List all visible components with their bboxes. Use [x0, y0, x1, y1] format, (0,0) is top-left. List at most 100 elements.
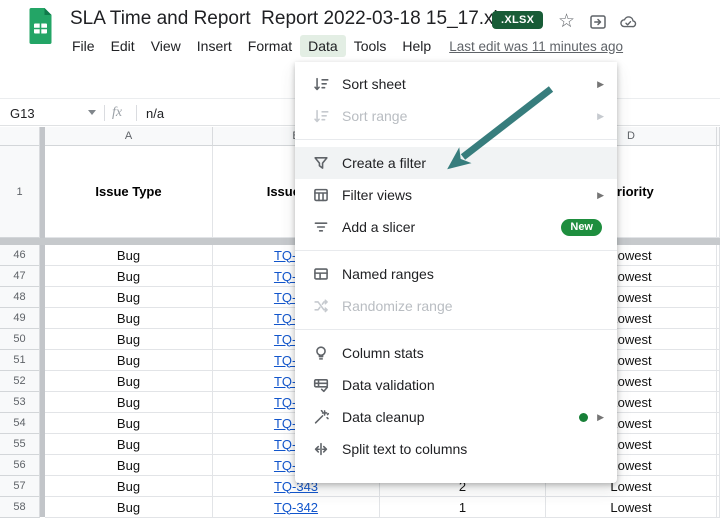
- last-edit-link[interactable]: Last edit was 11 minutes ago: [449, 39, 623, 54]
- menu-item-randomize-range: Randomize range: [295, 290, 617, 322]
- menu-item-filter-views[interactable]: Filter views▶: [295, 179, 617, 211]
- menu-item-create-a-filter[interactable]: Create a filter: [295, 147, 617, 179]
- cell-reference-box[interactable]: G13: [10, 106, 35, 121]
- menubar-item-format[interactable]: Format: [240, 35, 300, 57]
- menu-divider: [295, 250, 617, 251]
- submenu-arrow-icon: ▶: [597, 412, 604, 423]
- menu-item-sort-sheet[interactable]: Sort sheet▶: [295, 68, 617, 100]
- star-icon[interactable]: ☆: [558, 12, 575, 31]
- filter-icon: [312, 154, 330, 172]
- menu-item-named-ranges[interactable]: Named ranges: [295, 258, 617, 290]
- chevron-down-icon[interactable]: [88, 110, 96, 115]
- menu-item-label: Filter views: [342, 187, 597, 203]
- menu-item-column-stats[interactable]: Column stats: [295, 337, 617, 369]
- data-dropdown-menu: Sort sheet▶Sort range▶Create a filterFil…: [295, 62, 617, 483]
- cell-issue-type[interactable]: Bug: [45, 329, 213, 350]
- menu-item-split-text-to-columns[interactable]: Split text to columns: [295, 433, 617, 465]
- new-badge: New: [561, 219, 602, 236]
- menu-divider: [295, 329, 617, 330]
- cell-issue-type[interactable]: Bug: [45, 350, 213, 371]
- cell-issue-type[interactable]: Bug: [45, 476, 213, 497]
- split-columns-icon: [312, 440, 330, 458]
- row-header-48[interactable]: 48: [0, 287, 40, 308]
- row-header-57[interactable]: 57: [0, 476, 40, 497]
- document-title[interactable]: SLA Time and Report Report 2022-03-18 15…: [70, 8, 517, 30]
- row-header-54[interactable]: 54: [0, 413, 40, 434]
- row-header-50[interactable]: 50: [0, 329, 40, 350]
- shuffle-icon: [312, 297, 330, 315]
- row-header-55[interactable]: 55: [0, 434, 40, 455]
- cell-issue-type[interactable]: Bug: [45, 413, 213, 434]
- sort-icon: [312, 75, 330, 93]
- menu-item-data-cleanup[interactable]: Data cleanup ▶: [295, 401, 617, 433]
- lightbulb-icon: [312, 344, 330, 362]
- title-bar: SLA Time and Report Report 2022-03-18 15…: [0, 0, 720, 60]
- menu-item-sort-range: Sort range▶: [295, 100, 617, 132]
- menu-item-label: Data cleanup: [342, 409, 579, 425]
- row-header-47[interactable]: 47: [0, 266, 40, 287]
- row-header-56[interactable]: 56: [0, 455, 40, 476]
- data-validation-icon: [312, 376, 330, 394]
- menu-bar: FileEditViewInsertFormatDataToolsHelp La…: [64, 34, 623, 58]
- menubar-item-edit[interactable]: Edit: [103, 35, 143, 57]
- menu-item-label: Sort sheet: [342, 76, 597, 92]
- cell-issue-type[interactable]: Bug: [45, 497, 213, 518]
- cell-header-issue-type[interactable]: Issue Type: [45, 146, 213, 238]
- cell-issue-type[interactable]: Bug: [45, 392, 213, 413]
- menu-item-data-validation[interactable]: Data validation: [295, 369, 617, 401]
- row-header-51[interactable]: 51: [0, 350, 40, 371]
- cell-issue-type[interactable]: Bug: [45, 455, 213, 476]
- menubar-item-insert[interactable]: Insert: [189, 35, 240, 57]
- menu-item-label: Named ranges: [342, 266, 604, 282]
- cloud-saved-icon[interactable]: [619, 13, 638, 31]
- cell-count[interactable]: 1: [380, 497, 546, 518]
- menubar-item-file[interactable]: File: [64, 35, 103, 57]
- slicer-icon: [312, 218, 330, 236]
- menu-item-label: Column stats: [342, 345, 604, 361]
- cell-issue-key-link[interactable]: TQ-342: [213, 497, 380, 518]
- row-header-52[interactable]: 52: [0, 371, 40, 392]
- menu-item-label: Sort range: [342, 108, 597, 124]
- row-header-46[interactable]: 46: [0, 245, 40, 266]
- row-header-58[interactable]: 58: [0, 497, 40, 518]
- sheets-logo-icon[interactable]: [28, 7, 53, 45]
- menubar-item-tools[interactable]: Tools: [346, 35, 395, 57]
- menu-divider: [295, 139, 617, 140]
- menu-item-trailing: ▶: [597, 79, 604, 90]
- row-header-53[interactable]: 53: [0, 392, 40, 413]
- menubar-item-help[interactable]: Help: [394, 35, 439, 57]
- frozen-column-divider[interactable]: [40, 127, 45, 517]
- menu-item-label: Randomize range: [342, 298, 604, 314]
- select-all-corner[interactable]: [0, 127, 40, 146]
- cell-issue-type[interactable]: Bug: [45, 287, 213, 308]
- row-header-1[interactable]: 1: [0, 146, 40, 238]
- fx-label: fx: [112, 105, 122, 121]
- menu-item-add-a-slicer[interactable]: Add a slicerNew: [295, 211, 617, 243]
- submenu-arrow-icon: ▶: [597, 111, 604, 122]
- named-ranges-icon: [312, 265, 330, 283]
- move-to-folder-icon[interactable]: [589, 13, 607, 31]
- cell-issue-type[interactable]: Bug: [45, 434, 213, 455]
- filter-views-icon: [312, 186, 330, 204]
- cell-issue-type[interactable]: Bug: [45, 371, 213, 392]
- menu-item-trailing: ▶: [597, 190, 604, 201]
- xlsx-file-badge: .XLSX: [492, 11, 543, 29]
- row-header-49[interactable]: 49: [0, 308, 40, 329]
- menu-item-trailing: New: [561, 219, 604, 236]
- column-header-a[interactable]: A: [45, 127, 213, 146]
- menubar-item-data[interactable]: Data: [300, 35, 346, 57]
- menu-item-label: Add a slicer: [342, 219, 561, 235]
- menu-item-label: Create a filter: [342, 155, 604, 171]
- cell-issue-type[interactable]: Bug: [45, 266, 213, 287]
- menu-item-trailing: ▶: [597, 111, 604, 122]
- menubar-item-view[interactable]: View: [143, 35, 189, 57]
- magic-wand-icon: [312, 408, 330, 426]
- formula-input[interactable]: n/a: [146, 106, 164, 121]
- green-dot-indicator: [579, 413, 588, 422]
- cell-issue-type[interactable]: Bug: [45, 308, 213, 329]
- sort-icon: [312, 107, 330, 125]
- submenu-arrow-icon: ▶: [597, 79, 604, 90]
- cell-issue-type[interactable]: Bug: [45, 245, 213, 266]
- cell-priority[interactable]: Lowest: [546, 497, 717, 518]
- menu-item-label: Split text to columns: [342, 441, 604, 457]
